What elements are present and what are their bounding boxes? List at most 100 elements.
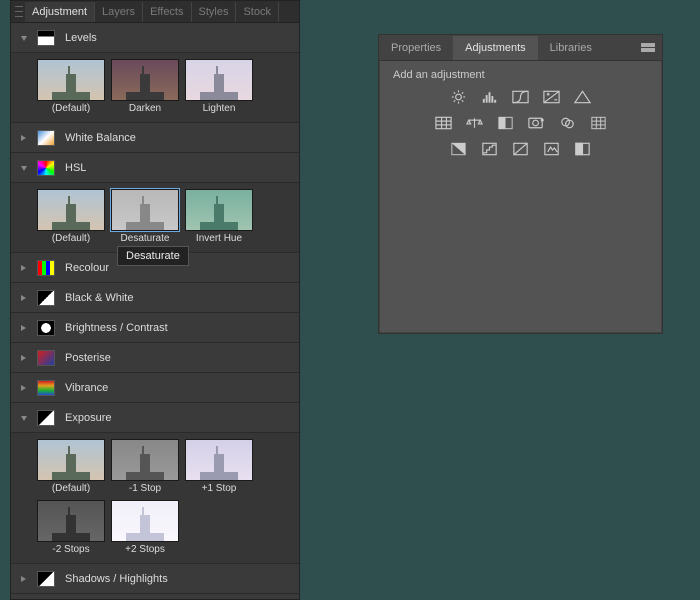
preset-default[interactable]: (Default) [37, 189, 105, 244]
adjustment-shadowhighlight[interactable]: Shadows / Highlights [11, 564, 299, 594]
preset-label: (Default) [52, 483, 90, 494]
photo-filter-icon[interactable] [527, 115, 546, 131]
brightcontrast-icon [37, 320, 55, 336]
adjustment-levels[interactable]: Levels [11, 23, 299, 53]
preset-thumb [37, 59, 105, 101]
adjustment-threshold[interactable]: Threshold [11, 594, 299, 599]
tab-styles[interactable]: Styles [192, 2, 237, 22]
preset-minus2[interactable]: -2 Stops [37, 500, 105, 555]
preset-thumb [37, 189, 105, 231]
levels-icon [37, 30, 55, 46]
preset-minus1[interactable]: -1 Stop [111, 439, 179, 494]
adjustment-label: Black & White [65, 292, 133, 304]
adjustment-brightcontrast[interactable]: Brightness / Contrast [11, 313, 299, 343]
posterize-icon[interactable] [480, 141, 499, 157]
adjustment-hsl[interactable]: HSL [11, 153, 299, 183]
preset-thumb [185, 439, 253, 481]
preset-invert[interactable]: Invert Hue [185, 189, 253, 244]
levels-icon[interactable] [480, 89, 499, 105]
add-adjustment-title: Add an adjustment [393, 69, 648, 81]
tab-adjustment[interactable]: Adjustment [25, 2, 95, 22]
icon-row [449, 141, 592, 157]
whitebalance-icon [37, 130, 55, 146]
preset-default[interactable]: (Default) [37, 59, 105, 114]
shadowhighlight-icon [37, 571, 55, 587]
adjustment-posterise[interactable]: Posterise [11, 343, 299, 373]
preset-desat[interactable]: Desaturate [111, 189, 179, 244]
adjustment-label: White Balance [65, 132, 136, 144]
preset-grid: (Default) Darken Lighten [11, 53, 299, 123]
channel-mixer-icon[interactable] [558, 115, 577, 131]
preset-lighten[interactable]: Lighten [185, 59, 253, 114]
preset-label: +1 Stop [202, 483, 237, 494]
preset-label: Invert Hue [196, 233, 242, 244]
preset-label: -2 Stops [52, 544, 89, 555]
preset-label: (Default) [52, 103, 90, 114]
adjustment-label: Shadows / Highlights [65, 573, 168, 585]
adjustment-recolour[interactable]: Recolour [11, 253, 299, 283]
tab-properties[interactable]: Properties [379, 36, 453, 60]
preset-darken[interactable]: Darken [111, 59, 179, 114]
preset-thumb [37, 439, 105, 481]
icon-row [434, 115, 608, 131]
preset-default[interactable]: (Default) [37, 439, 105, 494]
preset-plus2[interactable]: +2 Stops [111, 500, 179, 555]
adjustment-whitebalance[interactable]: White Balance [11, 123, 299, 153]
adjustment-label: Recolour [65, 262, 109, 274]
vibrance-icon [37, 380, 55, 396]
adjustment-label: Vibrance [65, 382, 108, 394]
bw-icon[interactable] [496, 115, 515, 131]
invert-icon[interactable] [449, 141, 468, 157]
panel-menu-button[interactable] [634, 35, 662, 60]
preset-thumb [185, 189, 253, 231]
adjustment-exposure[interactable]: Exposure [11, 403, 299, 433]
left-tabs: AdjustmentLayersEffectsStylesStock [11, 1, 299, 23]
threshold-icon[interactable] [573, 89, 592, 105]
adjustment-bw[interactable]: Black & White [11, 283, 299, 313]
preset-thumb [111, 59, 179, 101]
preset-label: Desaturate [121, 233, 170, 244]
balance-icon[interactable] [465, 115, 484, 131]
adjustment-vibrance[interactable]: Vibrance [11, 373, 299, 403]
menu-icon [641, 43, 655, 53]
drag-handle-icon[interactable] [15, 5, 23, 19]
preset-grid: (Default) Desaturate Invert Hue [11, 183, 299, 253]
adjustment-label: Exposure [65, 412, 111, 424]
icon-row [449, 89, 592, 105]
tab-layers[interactable]: Layers [95, 2, 143, 22]
adjustment-label: Levels [65, 32, 97, 44]
hsl-icon [37, 160, 55, 176]
preset-label: -1 Stop [129, 483, 161, 494]
selective-color-icon[interactable] [542, 141, 561, 157]
preset-label: Lighten [203, 103, 236, 114]
recolour-icon [37, 260, 55, 276]
preset-thumb [37, 500, 105, 542]
adjustment-panel: AdjustmentLayersEffectsStylesStock Level… [10, 0, 300, 600]
right-tabs: PropertiesAdjustmentsLibraries [379, 35, 662, 61]
preset-thumb [111, 500, 179, 542]
color-lookup-icon[interactable] [589, 115, 608, 131]
tab-effects[interactable]: Effects [143, 2, 191, 22]
adjustment-label: Brightness / Contrast [65, 322, 168, 334]
adjustment-label: HSL [65, 162, 86, 174]
tab-stock[interactable]: Stock [236, 2, 279, 22]
preset-label: Darken [129, 103, 161, 114]
exposure-icon [37, 410, 55, 426]
curves-icon[interactable] [511, 89, 530, 105]
adjustment-label: Posterise [65, 352, 111, 364]
bw-icon [37, 290, 55, 306]
tab-adjustments[interactable]: Adjustments [453, 36, 538, 60]
adjustment-icon-grid [393, 89, 648, 157]
more-icon[interactable] [573, 141, 592, 157]
exposure-icon[interactable] [542, 89, 561, 105]
preset-label: (Default) [52, 233, 90, 244]
preset-thumb [111, 439, 179, 481]
preset-thumb [185, 59, 253, 101]
gradient-map-icon[interactable] [511, 141, 530, 157]
preset-plus1[interactable]: +1 Stop [185, 439, 253, 494]
vibrance-icon[interactable] [434, 115, 453, 131]
brightness-icon[interactable] [449, 89, 468, 105]
tab-libraries[interactable]: Libraries [538, 36, 604, 60]
preset-grid: (Default) -1 Stop +1 Stop -2 Stops +2 Stops [11, 433, 299, 564]
preset-thumb [111, 189, 179, 231]
